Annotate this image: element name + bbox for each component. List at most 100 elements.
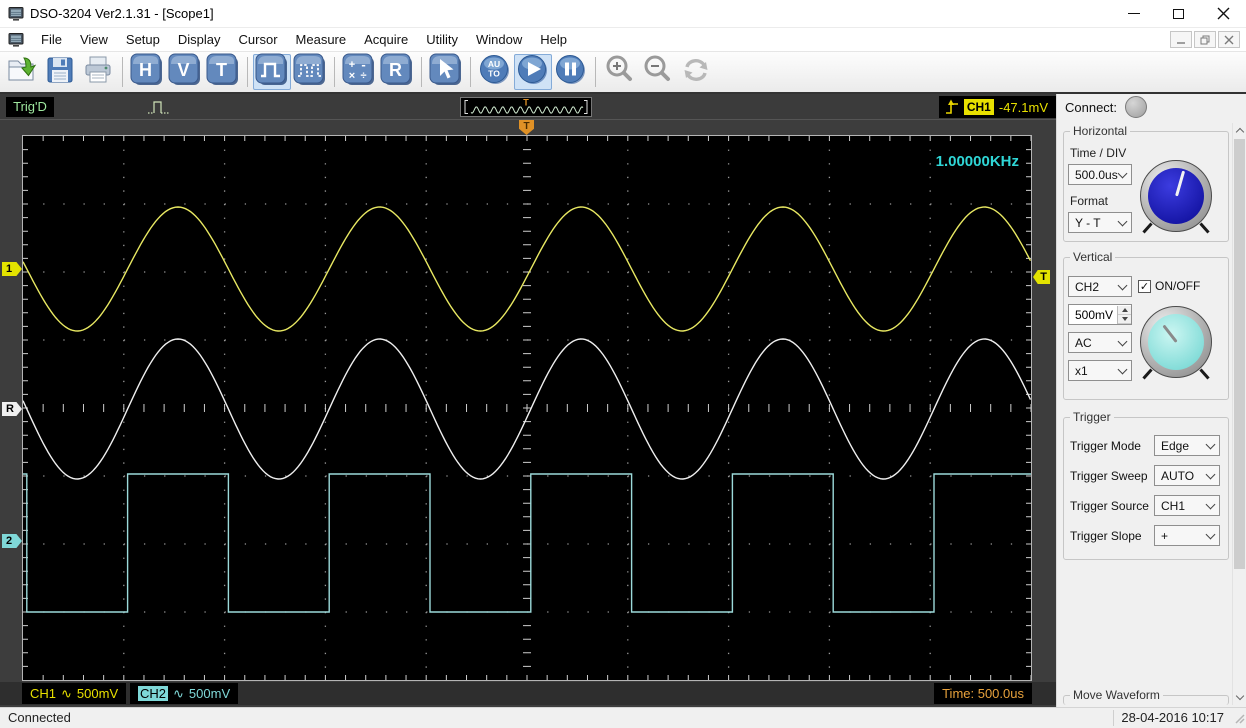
timebase-info: Time: 500.0us bbox=[934, 683, 1032, 704]
scrollbar-thumb[interactable] bbox=[1234, 139, 1245, 569]
svg-text:AU: AU bbox=[488, 59, 500, 69]
minimize-button[interactable] bbox=[1111, 0, 1156, 27]
trigger-readout: CH1 -47.1mV bbox=[938, 96, 1056, 118]
vertical-position-knob[interactable] bbox=[1140, 306, 1212, 380]
menu-view[interactable]: View bbox=[71, 28, 117, 52]
close-button[interactable] bbox=[1201, 0, 1246, 27]
trigger-mode-select[interactable]: Edge bbox=[1154, 435, 1220, 456]
chevron-down-icon bbox=[1205, 499, 1216, 509]
toolbar-pause-button[interactable] bbox=[552, 54, 590, 90]
menu-window[interactable]: Window bbox=[467, 28, 531, 52]
ch2-label: CH2 bbox=[138, 686, 169, 701]
chevron-down-icon bbox=[1117, 216, 1128, 226]
toolbar-cursor-measure-button[interactable] bbox=[427, 53, 465, 90]
menu-measure[interactable]: Measure bbox=[287, 28, 356, 52]
vertical-channel-select[interactable]: CH2 bbox=[1068, 276, 1132, 297]
channel-1-marker[interactable]: 1 bbox=[2, 262, 22, 276]
toolbar-pulse-button[interactable] bbox=[253, 53, 291, 92]
toolbar-vertical-button[interactable]: V bbox=[166, 53, 204, 90]
channel-2-marker[interactable]: 2 bbox=[2, 534, 22, 548]
toolbar-pulse-train-button[interactable] bbox=[291, 53, 329, 90]
panel-scrollbar[interactable] bbox=[1232, 123, 1246, 705]
stepper-up-button[interactable] bbox=[1118, 305, 1131, 315]
menubar: File View Setup Display Cursor Measure Acquire… bbox=[0, 28, 1246, 52]
scroll-up-button[interactable] bbox=[1233, 123, 1246, 138]
triangle-up-icon bbox=[1121, 307, 1128, 312]
toolbar-math-button[interactable]: + - × ÷ bbox=[340, 53, 378, 90]
waveform-display[interactable]: 1.00000KHz bbox=[22, 135, 1033, 681]
maximize-icon bbox=[1173, 8, 1184, 19]
horizontal-icon: H bbox=[130, 53, 164, 92]
probe-select[interactable]: x1 bbox=[1068, 360, 1132, 381]
connect-led[interactable] bbox=[1125, 96, 1148, 118]
trigger-icon: T bbox=[206, 53, 240, 92]
waveform-preview[interactable]: T bbox=[460, 97, 592, 117]
trigger-level-marker[interactable]: T bbox=[1033, 270, 1050, 284]
volts-div-stepper[interactable]: 500mV bbox=[1068, 304, 1132, 325]
vertical-group-title: Vertical bbox=[1073, 250, 1113, 264]
toolbar-reference-button[interactable]: R bbox=[378, 53, 416, 90]
trigger-position-marker[interactable]: T bbox=[519, 120, 534, 135]
menu-cursor[interactable]: Cursor bbox=[230, 28, 287, 52]
toolbar-save-button[interactable] bbox=[41, 54, 79, 90]
toolbar-refresh-button[interactable] bbox=[677, 54, 715, 90]
menu-help[interactable]: Help bbox=[531, 28, 576, 52]
stepper-down-button[interactable] bbox=[1118, 314, 1131, 324]
select-value: AUTO bbox=[1161, 468, 1195, 483]
trigger-source-select[interactable]: CH1 bbox=[1154, 495, 1220, 516]
time-div-value: 500.0us bbox=[1075, 167, 1118, 182]
toolbar-zoom-in-button[interactable] bbox=[601, 54, 639, 90]
format-label: Format bbox=[1070, 194, 1109, 208]
ch1-scale: 500mV bbox=[76, 686, 119, 701]
menu-display[interactable]: Display bbox=[169, 28, 230, 52]
toolbar-horizontal-button[interactable]: H bbox=[128, 53, 166, 92]
menu-acquire[interactable]: Acquire bbox=[355, 28, 417, 52]
trigger-row-label: Trigger Sweep bbox=[1070, 468, 1148, 483]
menu-file[interactable]: File bbox=[32, 28, 71, 52]
toolbar-print-button[interactable] bbox=[79, 54, 117, 90]
app-icon bbox=[8, 6, 24, 22]
mdi-minimize-button[interactable] bbox=[1170, 31, 1192, 48]
chevron-down-icon bbox=[1117, 364, 1128, 374]
svg-text:1.00000KHz: 1.00000KHz bbox=[936, 153, 1019, 170]
channel-r-marker[interactable]: R bbox=[2, 402, 22, 416]
trigger-slope-select[interactable]: + bbox=[1154, 525, 1220, 546]
mdi-close-button[interactable] bbox=[1218, 31, 1240, 48]
trigger-sweep-select[interactable]: AUTO bbox=[1154, 465, 1220, 486]
ch2-info[interactable]: CH2 ∿ 500mV bbox=[130, 683, 239, 704]
probe-value: x1 bbox=[1075, 363, 1088, 378]
pulse-icon bbox=[255, 53, 289, 92]
datetime: 28-04-2016 10:17 bbox=[1121, 710, 1224, 725]
coupling-select[interactable]: AC bbox=[1068, 332, 1132, 353]
svg-text:R: R bbox=[389, 60, 402, 80]
trigger-status-badge: Trig'D bbox=[6, 97, 54, 117]
format-select[interactable]: Y - T bbox=[1068, 212, 1132, 233]
ch2-coupling-icon: ∿ bbox=[173, 685, 184, 701]
select-value: CH1 bbox=[1161, 498, 1186, 513]
svg-text:V: V bbox=[177, 60, 189, 80]
menu-utility[interactable]: Utility bbox=[417, 28, 467, 52]
trigger-row: Trigger Slope + bbox=[1070, 525, 1220, 546]
toolbar-run-button[interactable] bbox=[514, 54, 552, 90]
move-waveform-title: Move Waveform bbox=[1073, 688, 1160, 702]
mdi-restore-button[interactable] bbox=[1194, 31, 1216, 48]
ch1-label: CH1 bbox=[30, 686, 57, 701]
display-bezel: 1.00000KHz T T 1 R 2 bbox=[0, 120, 1056, 682]
toolbar-trigger-button[interactable]: T bbox=[204, 53, 242, 92]
toolbar-autoset-button[interactable]: AU TO bbox=[476, 54, 514, 90]
horizontal-position-knob[interactable] bbox=[1140, 160, 1212, 234]
vertical-group: Vertical CH2 ON/OFF 500mV AC bbox=[1063, 250, 1229, 400]
channel-onoff-checkbox[interactable] bbox=[1138, 279, 1151, 293]
menu-setup[interactable]: Setup bbox=[117, 28, 169, 52]
minimize-icon bbox=[1127, 13, 1140, 14]
toolbar-zoom-out-button[interactable] bbox=[639, 54, 677, 90]
time-div-select[interactable]: 500.0us bbox=[1068, 164, 1132, 185]
control-panel: Connect: Horizontal Time / DIV 500.0us F… bbox=[1056, 94, 1246, 707]
trigger-row-label: Trigger Source bbox=[1070, 498, 1149, 513]
toolbar-open-button[interactable] bbox=[3, 54, 41, 90]
scroll-down-button[interactable] bbox=[1233, 690, 1246, 705]
ch1-info[interactable]: CH1 ∿ 500mV bbox=[22, 683, 127, 704]
document-icon bbox=[8, 32, 24, 48]
resize-grip[interactable] bbox=[1233, 712, 1245, 727]
maximize-button[interactable] bbox=[1156, 0, 1201, 27]
